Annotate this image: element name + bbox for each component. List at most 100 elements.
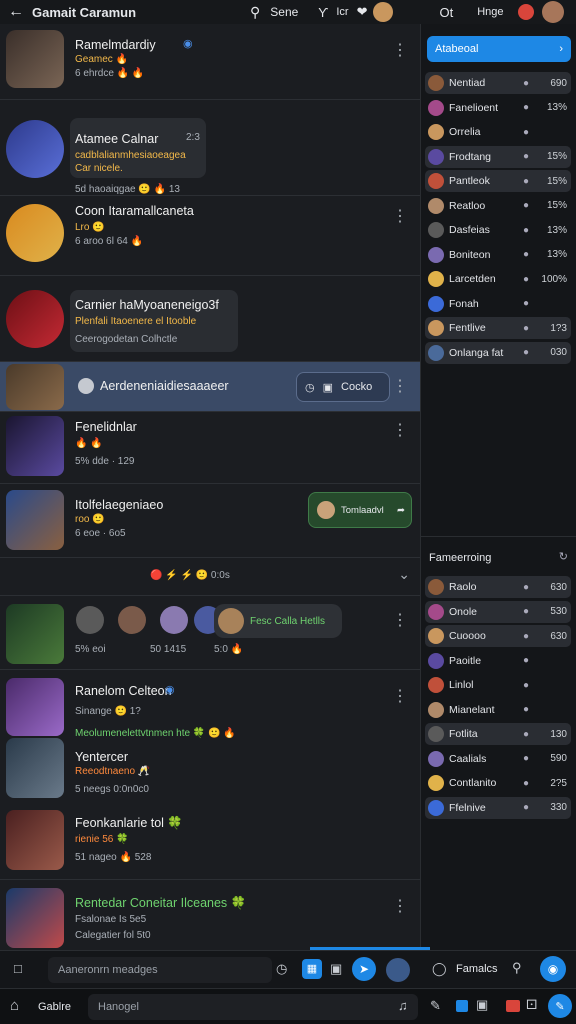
more-options-icon[interactable]: ⋮ (392, 376, 408, 396)
chat-row[interactable]: Carnier haMyoaneneigo3f Plenfali Itaoene… (0, 276, 420, 362)
panel-row[interactable]: Nentiad ● 690 (425, 72, 571, 94)
row-status-icon: ● (522, 77, 530, 89)
dice-icon[interactable]: ⚀ (526, 997, 537, 1013)
search-icon[interactable]: ⚲ (512, 960, 522, 976)
message-input[interactable]: Aaneronrn meadges (48, 957, 272, 983)
panel-row[interactable]: Boniteon ● 13% (425, 244, 571, 266)
chat-name: Aerdeneniaidiesaaaeer (100, 379, 229, 393)
chat-name: Ramelmdardiy (75, 38, 156, 52)
shared-card[interactable]: Tomlaadvl ➦ (308, 492, 412, 528)
more-options-icon[interactable]: ⋮ (392, 206, 408, 226)
more-options-icon[interactable]: ⋮ (392, 420, 408, 440)
chat-row[interactable]: Ranelom Celteon ◉ Sinange 🙂 1? Meolumene… (0, 670, 420, 739)
more-options-icon[interactable]: ⋮ (392, 610, 408, 630)
heart-icon[interactable]: ❤ (357, 4, 368, 20)
panel-row[interactable]: Ffelnive ● 330 (425, 796, 571, 819)
row-status-icon: ● (522, 126, 530, 138)
chat-row[interactable]: Feonkanlarie tol 🍀 rienie 56 🍀 51 nageo … (0, 800, 420, 880)
chat-row[interactable]: Fesc Calla Hetlls 5% eoi 50 1415 5:0 🔥 ⋮ (0, 596, 420, 670)
panel-row[interactable]: Reatloo ● 15% (425, 195, 571, 217)
gallery-icon[interactable]: ▦ (302, 959, 322, 979)
action-pill[interactable]: ◷ ▣ Cocko (296, 372, 390, 402)
panel-row[interactable]: Raolo ● 630 (425, 576, 571, 598)
row-status-icon: ● (522, 298, 530, 309)
panel-row[interactable]: Fentlive ● 1?3 (425, 317, 571, 339)
chat-row[interactable]: Itolfelaegeniaeo roo 🙂 6 eoe · 6o5 Tomla… (0, 484, 420, 558)
sort-button[interactable]: Icr (336, 6, 348, 18)
panel-row[interactable]: Cuoooo ● 630 (425, 625, 571, 647)
pen-icon[interactable]: ✎ (430, 998, 441, 1014)
controller-icon[interactable]: ◯ (432, 961, 447, 977)
chat-row[interactable]: Rentedar Coneitar Ilceanes 🍀 Fsalonae Is… (0, 880, 420, 950)
profile-avatar[interactable] (541, 1, 564, 23)
chevron-down-icon[interactable]: ⌄ (398, 566, 410, 583)
row-label: Onlanga fat (449, 346, 504, 359)
group-chip[interactable]: Fesc Calla Hetlls (214, 604, 342, 638)
participant-avatar[interactable] (118, 606, 146, 634)
panel-row[interactable]: Mianelant ● (425, 699, 571, 721)
panel-row[interactable]: Orrelia ● (425, 121, 571, 143)
notification-icon[interactable] (517, 4, 534, 20)
home-label: Gablre (38, 1001, 72, 1013)
row-avatar (428, 271, 444, 287)
panel-row[interactable]: Frodtang ● 15% (425, 145, 571, 168)
panel-row[interactable]: Pantleok ● 15% (425, 170, 571, 192)
mic-icon[interactable]: ♫ (398, 998, 408, 1013)
panel-row[interactable]: Dasfeias ● 13% (425, 219, 571, 241)
send-icon[interactable]: ➤ (352, 957, 376, 981)
right-composer-label: Famalcs (456, 963, 498, 975)
chat-meta: 5% dde · 129 (75, 456, 135, 467)
sticker-icon[interactable] (386, 958, 410, 982)
right-panel-link[interactable]: Hnge (477, 6, 503, 18)
participant-avatar[interactable] (76, 606, 104, 634)
compose-button[interactable]: ✎ (548, 994, 572, 1018)
more-options-icon[interactable]: ⋮ (392, 686, 408, 706)
panel-row[interactable]: Caalials ● 590 (425, 748, 571, 770)
panel-row[interactable]: Fotlita ● 130 (425, 723, 571, 745)
camera-icon[interactable]: ▣ (323, 381, 333, 394)
clock-icon[interactable]: ◷ (276, 961, 287, 977)
chat-row[interactable]: Ramelmdardiy ◉ Geamec 🔥 6 ehrdce 🔥 🔥 ⋮ (0, 24, 420, 100)
panel-row[interactable]: Onole ● 530 (425, 600, 571, 623)
more-options-icon[interactable]: ⋮ (392, 896, 408, 916)
participant-avatar[interactable] (160, 606, 188, 634)
attach-icon[interactable]: □ (14, 961, 22, 976)
panel-row[interactable]: Fonah ● (425, 293, 571, 315)
image-icon[interactable]: ▣ (330, 961, 342, 977)
row-avatar (428, 222, 444, 238)
row-value: 13% (546, 102, 567, 113)
panel-row[interactable]: Fanelioent ● 13% (425, 97, 571, 119)
chat-row[interactable]: Coon Itaramallcaneta Lro 🙂 6 aroo 6l 64 … (0, 196, 420, 276)
chip-avatar (218, 608, 244, 634)
chat-row[interactable]: Yentercer Reeodtnaeno 🥂 5 neegs 0:0n0c0 (0, 734, 420, 800)
filter-button[interactable]: Ƴ (318, 5, 328, 20)
panel-row[interactable]: Paoitle ● (425, 650, 571, 672)
panel-row[interactable]: Onlanga fat ● 030 (425, 341, 571, 364)
avatar (6, 290, 64, 348)
search-icon[interactable]: ⚲ (250, 4, 260, 21)
panel-row[interactable]: Linlol ● (425, 674, 571, 696)
back-arrow-icon[interactable]: ← (0, 3, 32, 21)
timer-icon[interactable]: ◷ (305, 381, 315, 394)
row-avatar (428, 701, 444, 718)
bottom-input[interactable]: Hanogel (88, 994, 418, 1020)
chat-meta: 6 ehrdce 🔥 🔥 (75, 68, 145, 79)
home-icon[interactable]: ⌂ (10, 997, 19, 1014)
right-header-button[interactable]: Atabeoal › (427, 36, 571, 62)
share-icon[interactable]: ➦ (397, 505, 405, 516)
panel-row[interactable]: Contlanito ● 2?5 (425, 772, 571, 794)
user-avatar[interactable] (373, 2, 394, 22)
action-button[interactable]: ◉ (540, 956, 566, 982)
chat-row[interactable]: Atamee Calnar 2:3 cadblalianmhesiaoeagea… (0, 100, 420, 196)
chat-name: Rentedar Coneitar Ilceanes 🍀 (75, 896, 247, 910)
search-label[interactable]: Sene (270, 5, 298, 19)
more-options-icon[interactable]: ⋮ (392, 40, 408, 60)
panel-row[interactable]: Larcetden ● 100% (425, 268, 571, 290)
frame-icon[interactable]: ▣ (476, 997, 488, 1013)
red-badge-icon[interactable] (506, 1000, 520, 1012)
refresh-icon[interactable]: ↻ (559, 550, 568, 563)
chat-row[interactable]: Fenelidnlar 🔥 🔥 5% dde · 129 ⋮ (0, 412, 420, 484)
row-avatar (428, 197, 444, 214)
blue-square-icon[interactable] (456, 1000, 468, 1012)
chat-row-selected[interactable]: Aerdeneniaidiesaaaeer ◷ ▣ Cocko ⋮ (0, 362, 420, 412)
